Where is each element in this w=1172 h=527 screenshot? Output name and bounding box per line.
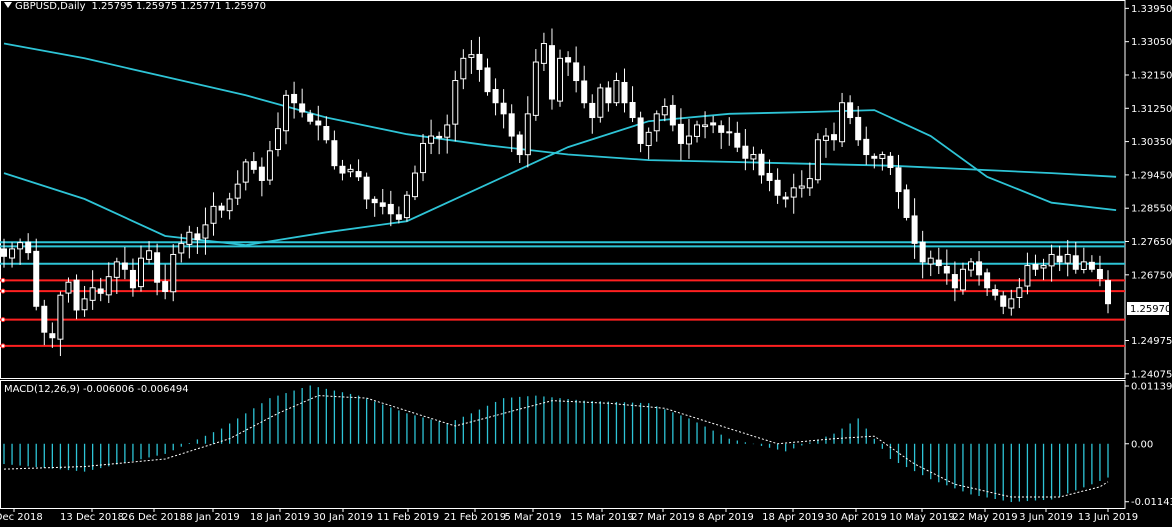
macd-tick-label: 0.00: [1131, 439, 1153, 450]
price-tick-label: 1.30350: [1131, 137, 1172, 148]
time-tick-label: 10 May 2019: [889, 512, 954, 523]
price-tick-label: 1.31250: [1131, 104, 1172, 115]
level-anchor-5: [0, 317, 6, 323]
price-tick-label: 1.24075: [1131, 369, 1172, 380]
price-tick-label: 1.28550: [1131, 204, 1172, 215]
level-anchor-6: [0, 343, 6, 349]
current-price-label: 1.25970: [1130, 304, 1171, 315]
candle: [557, 49, 564, 107]
candle: [403, 191, 410, 222]
macd-label: MACD(12,26,9): [4, 384, 80, 395]
candle: [814, 133, 821, 184]
time-tick-label: 3 Jun 2019: [1019, 512, 1073, 523]
macd-signal-value: -0.006494: [137, 384, 189, 395]
time-tick-label: 22 May 2019: [952, 512, 1017, 523]
price-tick-label: 1.24975: [1131, 336, 1172, 347]
current-price-tag: 1.25970: [1127, 302, 1171, 315]
time-tick-label: 8 Apr 2019: [698, 512, 753, 523]
price-tick-label: 1.32150: [1131, 70, 1172, 81]
close-value: 1.25970: [224, 1, 266, 12]
time-tick-label: 8 Jan 2019: [186, 512, 240, 523]
price-tick-label: 1.33050: [1131, 37, 1172, 48]
macd-header: MACD(12,26,9) -0.006006 -0.006494: [4, 384, 192, 395]
high-value: 1.25975: [135, 1, 178, 12]
candle: [597, 83, 604, 123]
level-anchor-3: [0, 277, 6, 283]
collapse-triangle-icon[interactable]: [4, 2, 12, 8]
symbol-label: GBPUSD,Daily: [15, 1, 86, 12]
time-tick-label: 21 Feb 2019: [444, 512, 506, 523]
time-tick-label: 13 Jun 2019: [1078, 512, 1138, 523]
time-tick-label: 18 Jan 2019: [250, 512, 310, 523]
time-tick-label: 26 Dec 2018: [122, 512, 186, 523]
time-tick-label: 18 Apr 2019: [762, 512, 824, 523]
price-tick-label: 1.33950: [1131, 4, 1172, 15]
candle: [903, 184, 910, 221]
price-tick-label: 1.26750: [1131, 270, 1172, 281]
low-value: 1.25771: [180, 1, 222, 12]
time-tick-label: 30 Apr 2019: [825, 512, 887, 523]
chart-header: GBPUSD,Daily 1.25795 1.25975 1.25771 1.25970: [4, 1, 269, 12]
macd-tick-label: 0.011396: [1131, 382, 1172, 393]
level-anchor-4: [0, 288, 6, 294]
time-tick-label: 30 Jan 2019: [313, 512, 373, 523]
time-tick-label: 11 Feb 2019: [377, 512, 439, 523]
time-tick-label: 13 Dec 2018: [60, 512, 124, 523]
time-tick-label: 3 Dec 2018: [0, 512, 43, 523]
chart-canvas[interactable]: 1.33950 1.33050 1.32150 1.31250 1.30350 1.294…: [0, 0, 1172, 527]
price-tick-label: 1.27650: [1131, 237, 1172, 248]
macd-main-value: -0.006006: [82, 384, 135, 395]
time-tick-label: 27 Mar 2019: [631, 512, 694, 523]
time-tick-label: 15 Mar 2019: [570, 512, 633, 523]
time-tick-label: 5 Mar 2019: [504, 512, 561, 523]
open-value: 1.25795: [91, 1, 133, 12]
macd-tick-label: -0.011439: [1131, 497, 1172, 508]
price-tick-label: 1.29450: [1131, 170, 1172, 181]
